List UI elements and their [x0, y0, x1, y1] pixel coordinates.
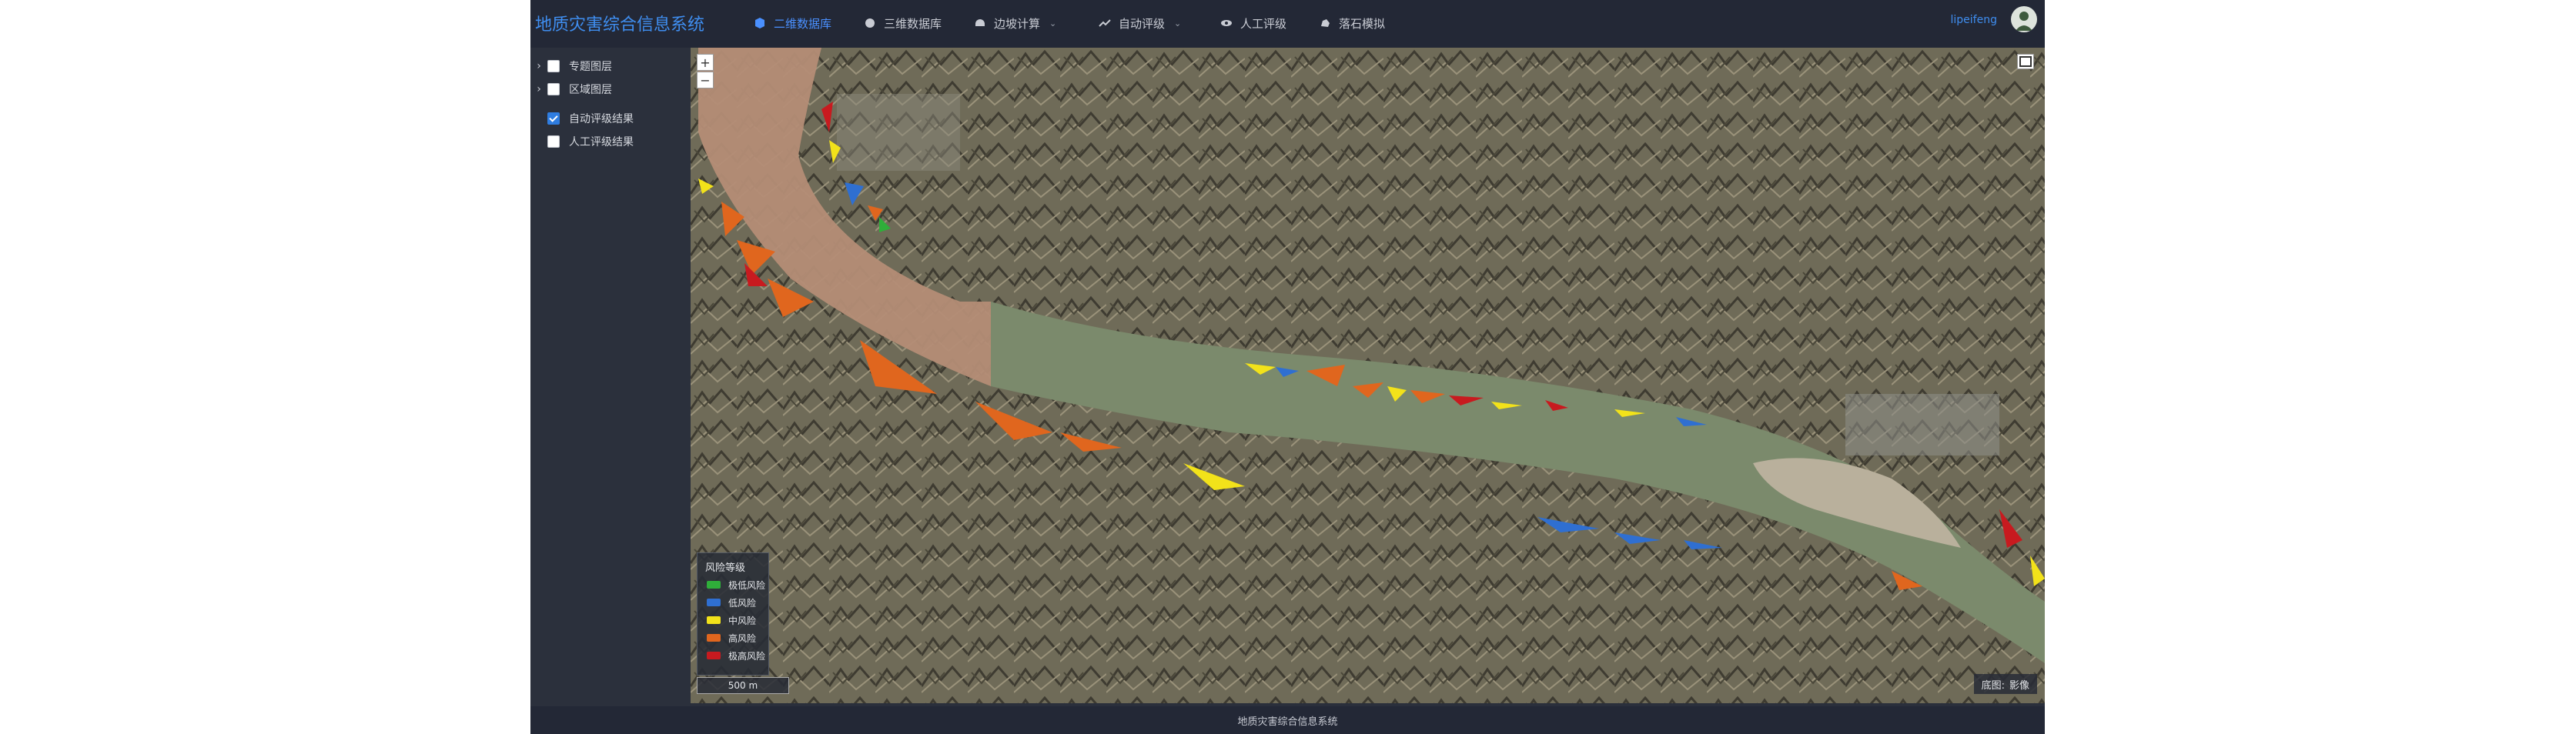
legend-label: 中风险 [728, 615, 757, 626]
fullscreen-icon[interactable] [2017, 54, 2034, 69]
nav-label: 二维数据库 [774, 16, 832, 31]
legend-swatch [707, 581, 721, 589]
layer-checkbox[interactable] [547, 112, 560, 125]
satellite-imagery [691, 48, 2045, 703]
legend-item: 极高风险 [707, 649, 765, 662]
nav-label: 人工评级 [1240, 16, 1287, 31]
layer-checkbox[interactable] [547, 135, 560, 148]
layer-sidebar: › 专题图层 › 区域图层 自动评级结果 人工评级结果 [530, 48, 690, 706]
nav-label: 边坡计算 [994, 16, 1041, 31]
legend-label: 低风险 [728, 597, 757, 609]
layer-region[interactable]: › 区域图层 [530, 80, 612, 98]
nav-manual-rating[interactable]: 人工评级 [1220, 12, 1286, 34]
legend-title: 风险等级 [705, 562, 746, 574]
layer-label: 自动评级结果 [569, 113, 634, 125]
legend-swatch [707, 652, 721, 659]
legend-label: 极高风险 [728, 650, 766, 662]
layer-label: 人工评级结果 [569, 136, 634, 148]
zoom-out-button[interactable]: − [697, 72, 714, 88]
footer: 地质灾害综合信息系统 [530, 706, 2045, 734]
legend-item: 高风险 [707, 631, 756, 645]
username[interactable]: lipeifeng [1951, 14, 1997, 26]
trend-icon [1099, 19, 1111, 27]
legend-label: 高风险 [728, 632, 757, 644]
nav-3d-database[interactable]: 三维数据库 [864, 12, 942, 34]
scale-bar: 500 m [697, 677, 789, 694]
layer-thematic[interactable]: › 专题图层 [530, 57, 612, 75]
app-title: 地质灾害综合信息系统 [535, 15, 705, 35]
legend-item: 低风险 [707, 596, 756, 609]
footer-text: 地质灾害综合信息系统 [1237, 716, 1338, 728]
app-window: 地质灾害综合信息系统 二维数据库 三维数据库 边坡计算 ⌄ 自动评级 ⌄ 人工评… [530, 0, 2045, 734]
calculator-icon [975, 19, 985, 26]
layer-manual-rating-result[interactable]: 人工评级结果 [547, 132, 634, 151]
globe-icon [865, 18, 875, 28]
legend-swatch [707, 616, 721, 624]
expand-icon [2019, 56, 2032, 67]
basemap-value: 影像 [2009, 679, 2029, 692]
legend-swatch [707, 634, 721, 642]
chevron-right-icon[interactable]: › [530, 60, 547, 72]
nav-rockfall-simulation[interactable]: 落石模拟 [1319, 12, 1385, 34]
top-navigation-bar: 地质灾害综合信息系统 二维数据库 三维数据库 边坡计算 ⌄ 自动评级 ⌄ 人工评… [530, 0, 2045, 48]
eye-icon [1221, 20, 1232, 26]
chevron-down-icon: ⌄ [1174, 18, 1182, 28]
layer-label: 区域图层 [569, 84, 612, 96]
legend-item: 中风险 [707, 613, 756, 627]
user-avatar-icon[interactable] [2011, 6, 2037, 32]
nav-2d-database[interactable]: 二维数据库 [754, 12, 831, 34]
layer-auto-rating-result[interactable]: 自动评级结果 [547, 109, 634, 128]
nav-label: 落石模拟 [1339, 16, 1386, 31]
legend-label: 极低风险 [728, 579, 766, 591]
legend-swatch [707, 599, 721, 606]
nav-label: 自动评级 [1119, 16, 1166, 31]
person-icon [2016, 12, 2032, 31]
chevron-down-icon: ⌄ [1049, 18, 1057, 28]
nav-slope-calculation[interactable]: 边坡计算 ⌄ [974, 12, 1056, 34]
cube-icon [755, 18, 764, 28]
rock-icon [1321, 19, 1330, 27]
basemap-switcher[interactable]: 底图: 影像 [1973, 674, 2037, 694]
nav-label: 三维数据库 [884, 16, 942, 31]
chevron-right-icon[interactable]: › [530, 83, 547, 95]
layer-label: 专题图层 [569, 61, 612, 73]
nav-auto-rating[interactable]: 自动评级 ⌄ [1099, 12, 1181, 34]
zoom-in-button[interactable]: + [697, 54, 714, 71]
legend-item: 极低风险 [707, 578, 765, 592]
basemap-label: 底图: [1981, 679, 2005, 692]
layer-checkbox[interactable] [547, 60, 560, 72]
satellite-map[interactable]: + − 风险等级 极低风险 低风险 中风险 高风险 极高风险 500 m 底图:… [691, 48, 2045, 703]
layer-checkbox[interactable] [547, 83, 560, 95]
risk-legend: 风险等级 极低风险 低风险 中风险 高风险 极高风险 [697, 552, 769, 676]
